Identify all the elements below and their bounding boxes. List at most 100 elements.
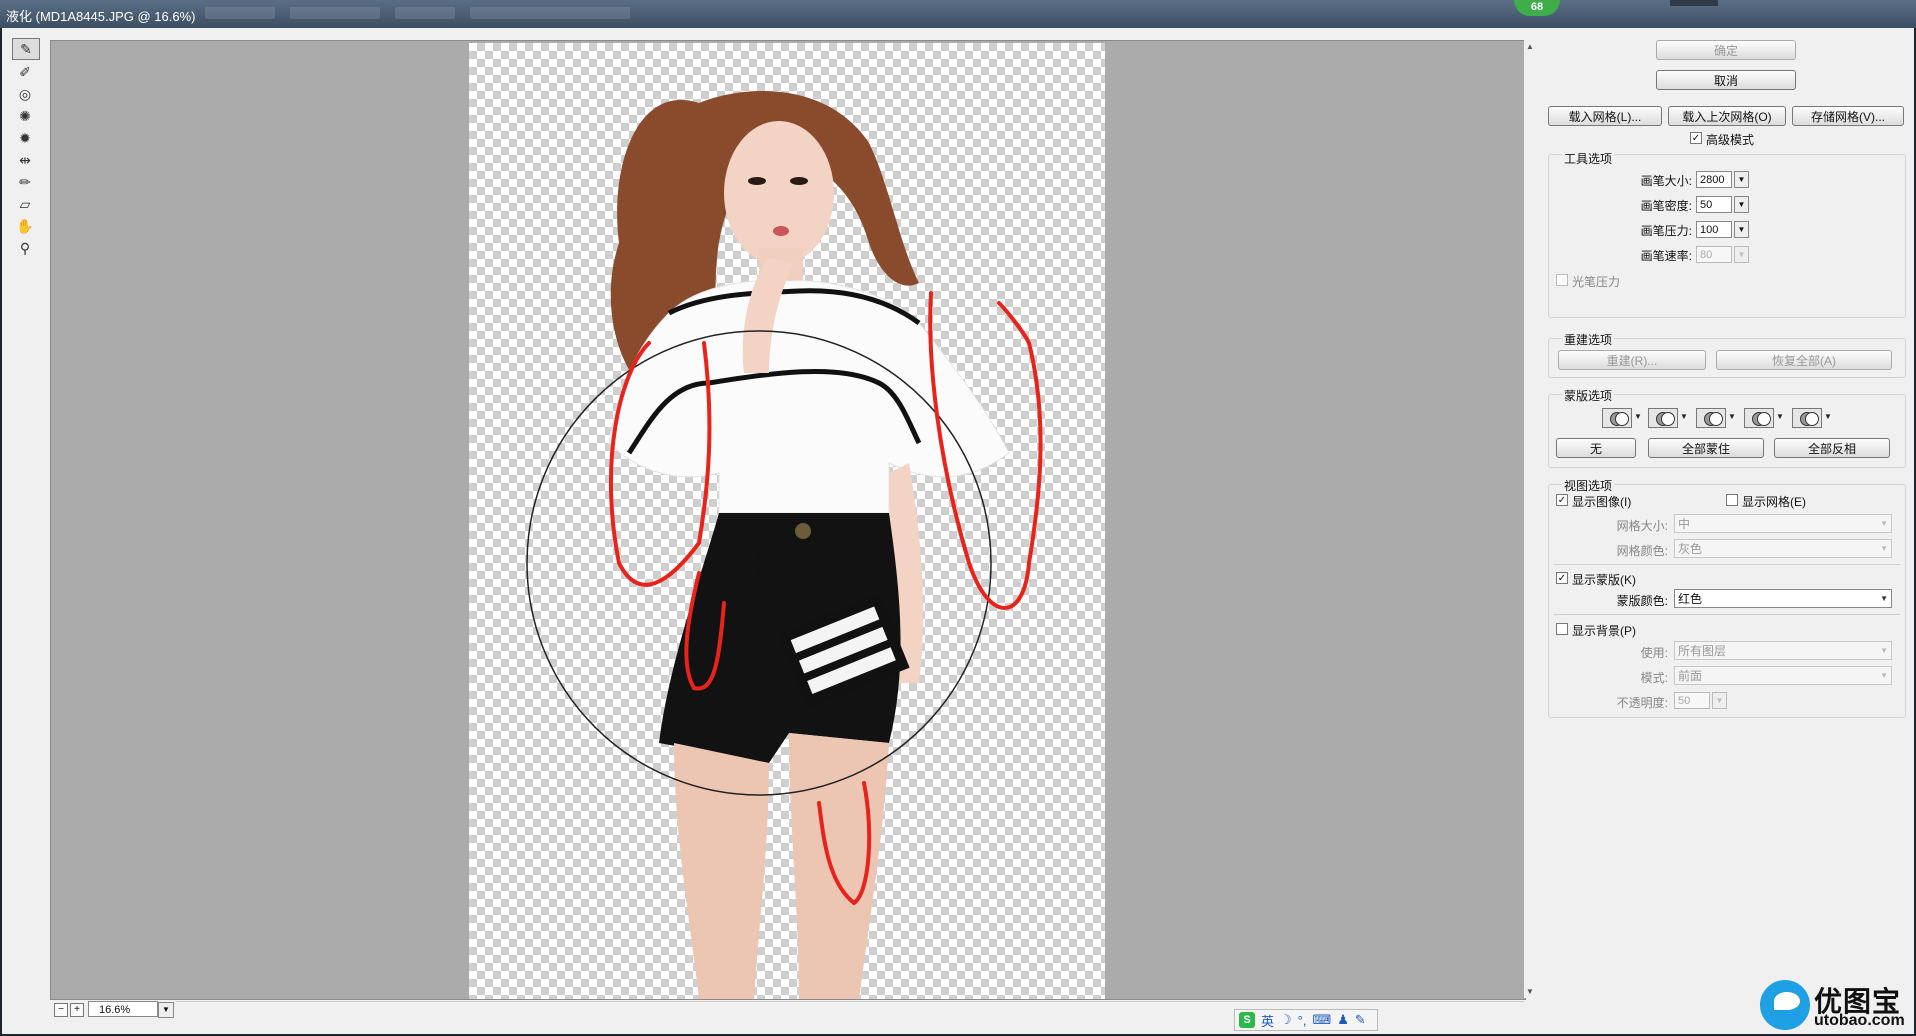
load-mesh-button[interactable]: 载入网格(L)...: [1548, 106, 1662, 126]
zoom-level-field[interactable]: 16.6%: [88, 1001, 158, 1017]
brush-size-input[interactable]: 2800: [1696, 171, 1732, 188]
cancel-button[interactable]: 取消: [1656, 70, 1796, 90]
window-title: 液化 (MD1A8445.JPG @ 16.6%): [6, 9, 196, 24]
use-label: 使用:: [1640, 646, 1668, 660]
mesh-size-chevron-icon: ▼: [1880, 519, 1888, 528]
opacity-dropdown-icon[interactable]: ▼: [1712, 692, 1727, 709]
left-eye: [748, 177, 766, 185]
mask-color-chevron-icon: ▼: [1880, 594, 1888, 603]
liquify-dialog: ✎ ✐ ◎ ✺ ✹ ⇹ ✏ ▱ ✋ ⚲ ▲ ▼ − + 16.6% ▼ 确定 取…: [2, 28, 1914, 1034]
mask-invert-icon[interactable]: [1792, 408, 1822, 428]
load-last-mesh-button[interactable]: 载入上次网格(O): [1668, 106, 1786, 126]
vertical-scrollbar[interactable]: ▲ ▼: [1524, 40, 1538, 998]
brush-density-input[interactable]: 50: [1696, 196, 1732, 213]
show-mesh-checkbox[interactable]: [1726, 494, 1738, 506]
brush-density-dropdown-icon[interactable]: ▼: [1734, 196, 1749, 213]
invert-all-button[interactable]: 全部反相: [1774, 438, 1890, 458]
title-bar: 液化 (MD1A8445.JPG @ 16.6%) 68: [0, 0, 1916, 28]
brush-rate-input[interactable]: 80: [1696, 246, 1732, 263]
forward-warp-tool-icon[interactable]: ✎: [12, 38, 40, 60]
bloat-tool-icon[interactable]: ✹: [12, 128, 38, 148]
mesh-size-label: 网格大小:: [1616, 519, 1668, 533]
mesh-color-chevron-icon: ▼: [1880, 544, 1888, 553]
pucker-tool-icon[interactable]: ✺: [12, 106, 38, 126]
mask-add-dropdown-icon[interactable]: ▼: [1680, 412, 1688, 421]
ok-button[interactable]: 确定: [1656, 40, 1796, 60]
brush-pressure-dropdown-icon[interactable]: ▼: [1734, 221, 1749, 238]
half-width-moon-icon[interactable]: ☽: [1280, 1012, 1292, 1028]
tool-palette: ✎ ✐ ◎ ✺ ✹ ⇹ ✏ ▱ ✋ ⚲: [12, 36, 44, 260]
left-leg: [674, 743, 769, 999]
punctuation-icon[interactable]: °,: [1298, 1013, 1307, 1028]
thaw-mask-tool-icon[interactable]: ▱: [12, 194, 38, 214]
brush-pressure-input[interactable]: 100: [1696, 221, 1732, 238]
opacity-input[interactable]: 50: [1674, 692, 1710, 709]
zoom-in-button[interactable]: +: [70, 1003, 84, 1017]
user-icon[interactable]: ♟: [1337, 1012, 1349, 1028]
divider: [1554, 564, 1900, 565]
lips: [773, 226, 789, 236]
settings-wrench-icon[interactable]: ✎: [1355, 1012, 1366, 1028]
show-mask-checkbox[interactable]: ✓: [1556, 572, 1568, 584]
blurred-menu-2: [290, 7, 380, 19]
freeze-mask-tool-icon[interactable]: ✏: [12, 172, 38, 192]
stylus-pressure-label: 光笔压力: [1572, 275, 1621, 289]
zoom-out-button[interactable]: −: [54, 1003, 68, 1017]
right-leg: [789, 733, 889, 999]
brush-rate-dropdown-icon[interactable]: ▼: [1734, 246, 1749, 263]
mask-color-label: 蒙版颜色:: [1616, 594, 1668, 608]
show-image-checkbox[interactable]: ✓: [1556, 494, 1568, 506]
brush-size-label: 画笔大小:: [1640, 174, 1692, 188]
keyboard-icon[interactable]: ⌨: [1312, 1012, 1331, 1028]
mask-add-icon[interactable]: [1648, 408, 1678, 428]
reconstruct-tool-icon[interactable]: ✐: [12, 62, 38, 82]
use-value: 所有图层: [1678, 644, 1727, 658]
scroll-up-icon[interactable]: ▲: [1526, 42, 1534, 51]
save-mesh-button[interactable]: 存储网格(V)...: [1792, 106, 1904, 126]
options-panel: 确定 取消 载入网格(L)... 载入上次网格(O) 存储网格(V)... ✓ …: [1542, 28, 1914, 1034]
zoom-dropdown-icon[interactable]: ▼: [158, 1002, 174, 1018]
mask-intersect-dropdown-icon[interactable]: ▼: [1776, 412, 1784, 421]
mesh-size-select[interactable]: 中 ▼: [1674, 514, 1892, 533]
mode-select[interactable]: 前面 ▼: [1674, 666, 1892, 685]
show-mask-label: 显示蒙版(K): [1572, 573, 1636, 587]
ime-language[interactable]: 英: [1261, 1011, 1274, 1030]
sogou-s-icon[interactable]: S: [1239, 1012, 1255, 1028]
reconstruct-options-title: 重建选项: [1562, 331, 1615, 348]
mesh-color-select[interactable]: 灰色 ▼: [1674, 539, 1892, 558]
mask-replace-dropdown-icon[interactable]: ▼: [1634, 412, 1642, 421]
advanced-mode-checkbox[interactable]: ✓: [1690, 132, 1702, 144]
use-select[interactable]: 所有图层 ▼: [1674, 641, 1892, 660]
stylus-pressure-checkbox[interactable]: [1556, 274, 1568, 286]
mask-color-select[interactable]: 红色 ▼: [1674, 589, 1892, 608]
twirl-tool-icon[interactable]: ◎: [12, 84, 38, 104]
opacity-label: 不透明度:: [1616, 696, 1668, 710]
scroll-down-icon[interactable]: ▼: [1526, 987, 1534, 996]
reconstruct-button[interactable]: 重建(R)...: [1558, 350, 1706, 370]
mask-options-title: 蒙版选项: [1562, 387, 1615, 404]
brush-size-dropdown-icon[interactable]: ▼: [1734, 171, 1749, 188]
mask-intersect-icon[interactable]: [1744, 408, 1774, 428]
mask-color-value: 红色: [1678, 592, 1703, 606]
zoom-tool-icon[interactable]: ⚲: [12, 238, 38, 258]
mask-invert-dropdown-icon[interactable]: ▼: [1824, 412, 1832, 421]
mask-subtract-dropdown-icon[interactable]: ▼: [1728, 412, 1736, 421]
mask-subtract-icon[interactable]: [1696, 408, 1726, 428]
blurred-menu-4: [470, 7, 630, 19]
mask-all-button[interactable]: 全部蒙住: [1648, 438, 1764, 458]
show-backdrop-checkbox[interactable]: [1556, 623, 1568, 635]
mask-none-button[interactable]: 无: [1556, 438, 1636, 458]
document-image[interactable]: [469, 43, 1105, 999]
show-backdrop-label: 显示背景(P): [1572, 624, 1636, 638]
restore-all-button[interactable]: 恢复全部(A): [1716, 350, 1892, 370]
ime-toolbar[interactable]: S 英 ☽ °, ⌨ ♟ ✎: [1234, 1009, 1378, 1031]
face: [724, 121, 834, 265]
shorts-button: [795, 523, 811, 539]
brush-rate-label: 画笔速率:: [1640, 249, 1692, 263]
push-left-tool-icon[interactable]: ⇹: [12, 150, 38, 170]
preview-canvas[interactable]: [50, 40, 1526, 1000]
bird-logo-icon: [1760, 980, 1810, 1030]
mesh-size-value: 中: [1678, 517, 1691, 531]
mask-replace-icon[interactable]: [1602, 408, 1632, 428]
hand-tool-icon[interactable]: ✋: [12, 216, 38, 236]
